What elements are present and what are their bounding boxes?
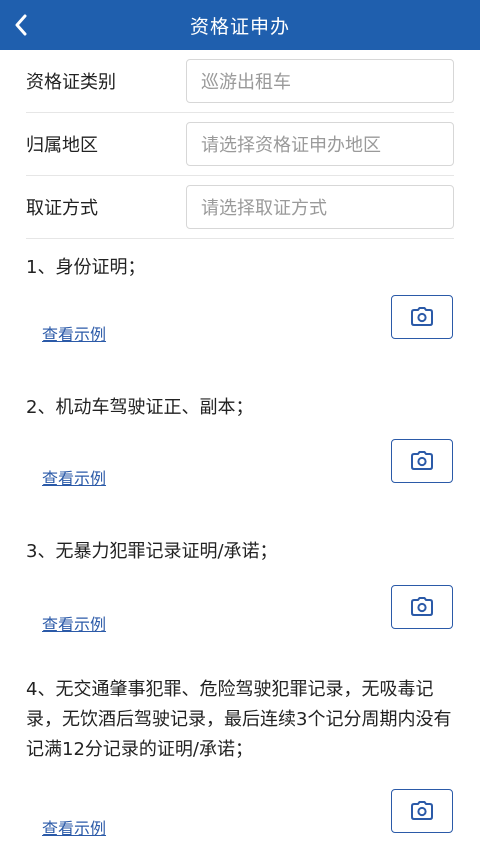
camera-icon bbox=[411, 801, 433, 820]
chevron-left-icon bbox=[15, 14, 27, 36]
pickup-method-select[interactable]: 请选择取证方式 bbox=[186, 185, 454, 229]
upload-photo-button[interactable] bbox=[391, 295, 453, 339]
document-item-no-traffic-crime: 4、无交通肇事犯罪、危险驾驶犯罪记录，无吸毒记录，无饮酒后驾驶记录，最后连续3个… bbox=[0, 661, 480, 861]
view-sample-link[interactable]: 查看示例 bbox=[42, 611, 106, 635]
field-label-pickup: 取证方式 bbox=[26, 198, 98, 219]
camera-icon bbox=[411, 451, 433, 470]
view-sample-link[interactable]: 查看示例 bbox=[42, 465, 106, 489]
view-sample-link[interactable]: 查看示例 bbox=[42, 321, 106, 345]
field-label-region: 归属地区 bbox=[26, 135, 98, 156]
upload-photo-button[interactable] bbox=[391, 789, 453, 833]
page-title: 资格证申办 bbox=[189, 15, 290, 38]
category-select[interactable]: 巡游出租车 bbox=[186, 59, 454, 103]
document-item-no-violent-crime: 3、无暴力犯罪记录证明/承诺； 查看示例 bbox=[0, 523, 480, 661]
camera-icon bbox=[411, 597, 433, 616]
region-select[interactable]: 请选择资格证申办地区 bbox=[186, 122, 454, 166]
document-title: 4、无交通肇事犯罪、危险驾驶犯罪记录，无吸毒记录，无饮酒后驾驶记录，最后连续3个… bbox=[26, 679, 452, 760]
form-row-pickup: 取证方式 请选择取证方式 bbox=[26, 176, 454, 239]
form-row-region: 归属地区 请选择资格证申办地区 bbox=[26, 113, 454, 176]
back-button[interactable] bbox=[14, 0, 54, 50]
document-title: 2、机动车驾驶证正、副本； bbox=[26, 397, 254, 418]
upload-photo-button[interactable] bbox=[391, 439, 453, 483]
camera-icon bbox=[411, 307, 433, 326]
view-sample-link[interactable]: 查看示例 bbox=[42, 815, 106, 839]
upload-photo-button[interactable] bbox=[391, 585, 453, 629]
application-form: 资格证类别 巡游出租车 归属地区 请选择资格证申办地区 取证方式 请选择取证方式 bbox=[0, 50, 480, 239]
document-title: 3、无暴力犯罪记录证明/承诺； bbox=[26, 541, 278, 562]
document-title: 1、身份证明； bbox=[26, 257, 146, 278]
field-label-category: 资格证类别 bbox=[26, 72, 116, 93]
form-row-category: 资格证类别 巡游出租车 bbox=[26, 50, 454, 113]
document-item-id-proof: 1、身份证明； 查看示例 bbox=[0, 239, 480, 379]
top-bar: 资格证申办 bbox=[0, 0, 480, 50]
document-item-driver-license: 2、机动车驾驶证正、副本； 查看示例 bbox=[0, 379, 480, 523]
